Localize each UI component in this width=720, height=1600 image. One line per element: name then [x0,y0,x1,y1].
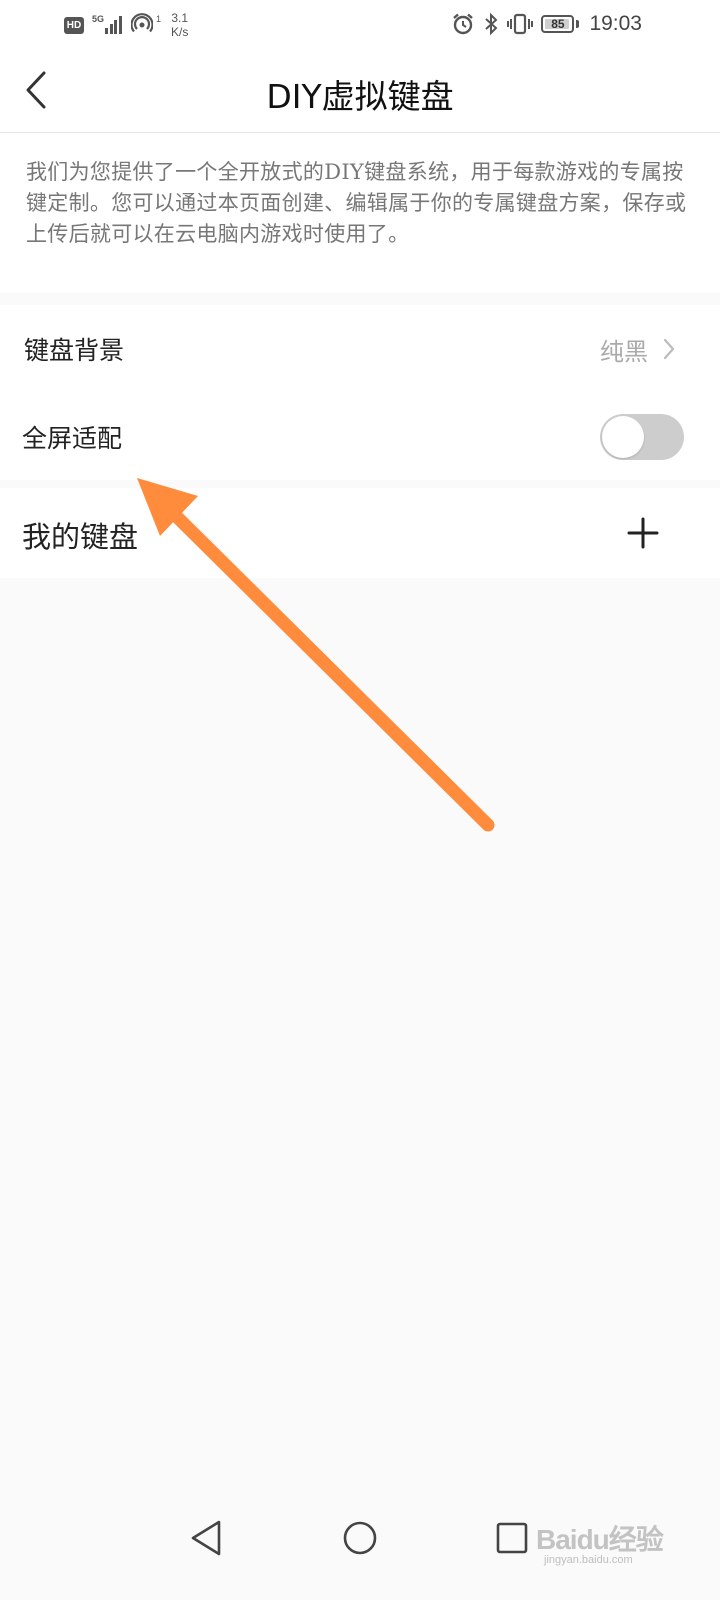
fullscreen-fit-toggle[interactable] [600,414,684,460]
my-keyboards-section: 我的键盘 [0,488,720,578]
plus-icon [627,517,659,549]
keyboard-background-value-group: 纯黑 [600,332,676,367]
speed-value: 3.1 [171,11,189,25]
battery-level: 85 [551,17,565,31]
chevron-right-icon [662,337,676,361]
page-title: DIY虚拟键盘 [266,77,454,116]
network-speed: 3.1 K/s [171,11,188,39]
alarm-icon [451,12,475,36]
watermark-url: jingyan.baidu.com [544,1554,633,1566]
hotspot-icon [130,12,154,39]
keyboard-background-label: 键盘背景 [24,336,125,365]
hotspot-count: 1 [156,14,162,24]
status-bar: HD 5G 1 3.1 K/s 85 19:03 [0,0,720,48]
nav-home-button[interactable] [330,1508,390,1568]
keyboard-background-row[interactable]: 键盘背景 纯黑 [0,305,720,393]
nav-back-button[interactable] [176,1508,236,1568]
signal-icon [105,16,123,34]
baidu-watermark: Baidu经验 jingyan.baidu.com [536,1518,676,1578]
speed-unit: K/s [171,25,189,39]
description-panel: 我们为您提供了一个全开放式的DIY键盘系统，用于每款游戏的专属按键定制。您可以通… [0,133,720,293]
status-left-group: HD 5G 1 3.1 K/s [64,11,188,39]
bluetooth-icon [483,12,499,36]
status-time: 19:03 [589,12,642,35]
my-keyboards-title: 我的键盘 [22,520,139,554]
home-circle-icon [343,1521,377,1555]
settings-panel: 键盘背景 纯黑 全屏适配 [0,305,720,480]
network-type: 5G [92,14,105,24]
watermark-logo: Baidu经验 [536,1524,664,1555]
status-right-group: 85 19:03 [451,10,642,38]
nav-recents-button[interactable] [482,1508,542,1568]
description-text: 我们为您提供了一个全开放式的DIY键盘系统，用于每款游戏的专属按键定制。您可以通… [26,160,687,246]
battery-icon: 85 [541,15,575,33]
keyboard-background-value: 纯黑 [600,337,648,366]
add-keyboard-button[interactable] [622,512,664,554]
battery-tip [576,20,580,28]
vibrate-icon [507,12,534,36]
hd-badge: HD [64,16,84,34]
toggle-knob [602,416,644,458]
app-header: DIY虚拟键盘 [0,48,720,133]
fullscreen-fit-label: 全屏适配 [22,424,123,453]
back-triangle-icon [191,1520,221,1556]
recents-square-icon [496,1522,528,1554]
fullscreen-fit-row: 全屏适配 [0,393,720,481]
